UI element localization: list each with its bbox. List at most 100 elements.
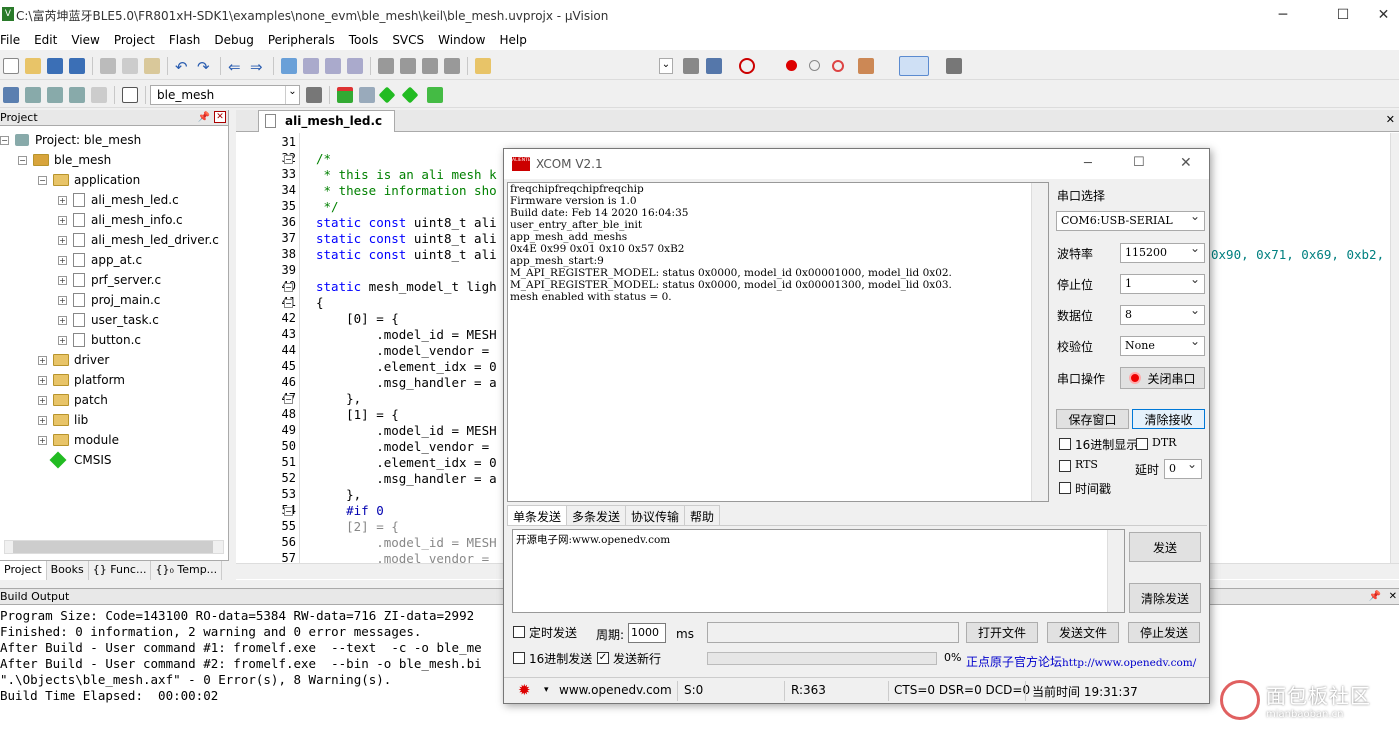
incremental-find-icon[interactable]: [706, 57, 722, 74]
fold-marker-icon[interactable]: −: [284, 299, 293, 308]
tree-group-patch[interactable]: + patch: [0, 390, 228, 410]
collapse-icon[interactable]: −: [38, 175, 47, 185]
menu-project[interactable]: Project: [107, 33, 162, 47]
uncomment-icon[interactable]: [444, 57, 460, 74]
send-file-button[interactable]: 发送文件: [1047, 622, 1119, 643]
collapse-icon[interactable]: −: [0, 135, 9, 145]
stop-send-button[interactable]: 停止发送: [1128, 622, 1200, 643]
tree-project-root[interactable]: − Project: ble_mesh: [0, 130, 228, 150]
target-select[interactable]: ble_mesh ⌄: [150, 84, 300, 105]
copy-icon[interactable]: [122, 57, 138, 74]
send-textarea[interactable]: 开源电子网:www.openedv.com: [512, 529, 1125, 613]
forum-label[interactable]: 正点原子官方论坛http://www.openedv.com/: [966, 653, 1196, 670]
window-layout-icon[interactable]: [899, 55, 929, 76]
save-all-icon[interactable]: [69, 57, 85, 74]
maximize-button[interactable]: ☐: [1320, 0, 1366, 30]
collapse-icon[interactable]: −: [18, 155, 27, 165]
redo-icon[interactable]: ↷: [197, 58, 213, 76]
clear-send-button[interactable]: 清除发送: [1129, 583, 1201, 613]
tab-functions[interactable]: {} Func...: [89, 561, 152, 580]
select-packs-icon[interactable]: [401, 86, 419, 103]
rte-icon[interactable]: [378, 86, 396, 103]
tab-templates[interactable]: {}₀ Temp...: [151, 561, 223, 580]
editor-tab-ali-mesh-led[interactable]: ali_mesh_led.c: [258, 110, 396, 132]
tab-project[interactable]: Project: [0, 561, 47, 580]
menu-flash[interactable]: Flash: [162, 33, 207, 47]
timed-send-checkbox[interactable]: [513, 626, 525, 638]
undo-icon[interactable]: ↶: [175, 58, 191, 76]
baud-select[interactable]: 115200: [1120, 241, 1205, 263]
timestamp-checkbox[interactable]: [1059, 482, 1071, 494]
indent-icon[interactable]: [378, 57, 394, 74]
port-select[interactable]: COM6:USB-SERIAL: [1056, 209, 1205, 231]
save-window-button[interactable]: 保存窗口: [1056, 409, 1129, 429]
parity-select[interactable]: None: [1120, 334, 1205, 356]
panel-close-icon[interactable]: ✕: [214, 111, 226, 123]
hex-display-checkbox[interactable]: [1059, 438, 1071, 450]
open-file-icon[interactable]: [25, 57, 41, 74]
receive-area[interactable]: freqchipfreqchipfreqchip Firmware versio…: [507, 182, 1049, 502]
tree-group-driver[interactable]: + driver: [0, 350, 228, 370]
breakpoint-icon[interactable]: [786, 60, 797, 71]
editor-vertical-scrollbar[interactable]: [1390, 133, 1399, 563]
fold-marker-icon[interactable]: −: [284, 395, 293, 404]
close-button[interactable]: ✕: [1368, 0, 1399, 30]
menu-debug[interactable]: Debug: [207, 33, 260, 47]
menu-window[interactable]: Window: [431, 33, 492, 47]
tree-file[interactable]: + prf_server.c: [0, 270, 228, 290]
tree-file[interactable]: + ali_mesh_led_driver.c: [0, 230, 228, 250]
tree-group-module[interactable]: + module: [0, 430, 228, 450]
period-input[interactable]: 1000: [628, 623, 666, 643]
tab-help[interactable]: 帮助: [684, 505, 721, 525]
cut-icon[interactable]: [100, 57, 116, 74]
stop-build-icon[interactable]: [91, 86, 107, 103]
download-icon[interactable]: [122, 86, 138, 103]
menu-edit[interactable]: Edit: [27, 33, 64, 47]
open-file-button[interactable]: 打开文件: [966, 622, 1038, 643]
breakpoint-kill-icon[interactable]: [858, 57, 874, 74]
menu-file[interactable]: File: [0, 33, 27, 47]
pin-icon[interactable]: 📌: [1369, 591, 1381, 602]
tree-cmsis[interactable]: CMSIS: [0, 450, 228, 470]
pack-installer-icon[interactable]: [427, 86, 443, 103]
minimize-button[interactable]: ─: [1260, 0, 1306, 30]
unindent-icon[interactable]: [400, 57, 416, 74]
fold-marker-icon[interactable]: −: [284, 155, 293, 164]
bookmark-next-icon[interactable]: [325, 57, 341, 74]
bookmark-prev-icon[interactable]: [303, 57, 319, 74]
tree-file[interactable]: + user_task.c: [0, 310, 228, 330]
delay-select[interactable]: 0: [1164, 457, 1202, 479]
configure-icon[interactable]: [946, 57, 962, 74]
tree-group-platform[interactable]: + platform: [0, 370, 228, 390]
tree-group-lib[interactable]: + lib: [0, 410, 228, 430]
target-options-icon[interactable]: [306, 86, 322, 103]
xcom-minimize-button[interactable]: ─: [1084, 156, 1092, 171]
manage-components-icon[interactable]: [337, 86, 353, 103]
hex-send-checkbox[interactable]: [513, 652, 525, 664]
panel-close-icon[interactable]: ✕: [1389, 591, 1397, 602]
tab-protocol[interactable]: 协议传输: [625, 505, 686, 525]
menu-svcs[interactable]: SVCS: [385, 33, 431, 47]
xcom-close-button[interactable]: ✕: [1180, 155, 1192, 171]
nav-forward-icon[interactable]: ⇒: [250, 58, 266, 76]
horizontal-scrollbar[interactable]: [4, 540, 224, 554]
receive-scrollbar[interactable]: [1031, 183, 1048, 501]
find-icon[interactable]: [683, 57, 699, 74]
batch-build-icon[interactable]: [69, 86, 85, 103]
pin-icon[interactable]: 📌: [198, 112, 210, 123]
clear-receive-button[interactable]: 清除接收: [1132, 409, 1205, 429]
build-icon[interactable]: [25, 86, 41, 103]
tree-file[interactable]: + button.c: [0, 330, 228, 350]
settings-dropdown-icon[interactable]: ▾: [544, 685, 549, 695]
tree-file[interactable]: + app_at.c: [0, 250, 228, 270]
tab-multi-send[interactable]: 多条发送: [566, 505, 627, 525]
editor-close-icon[interactable]: ✕: [1386, 113, 1395, 126]
rebuild-icon[interactable]: [47, 86, 63, 103]
settings-gear-icon[interactable]: ✹: [518, 681, 531, 699]
translate-icon[interactable]: [3, 86, 19, 103]
fold-marker-icon[interactable]: −: [284, 507, 293, 516]
paste-icon[interactable]: [144, 57, 160, 74]
breakpoint-clear-icon[interactable]: [832, 59, 844, 72]
tab-books[interactable]: Books: [47, 561, 89, 580]
send-scrollbar[interactable]: [1107, 530, 1124, 612]
